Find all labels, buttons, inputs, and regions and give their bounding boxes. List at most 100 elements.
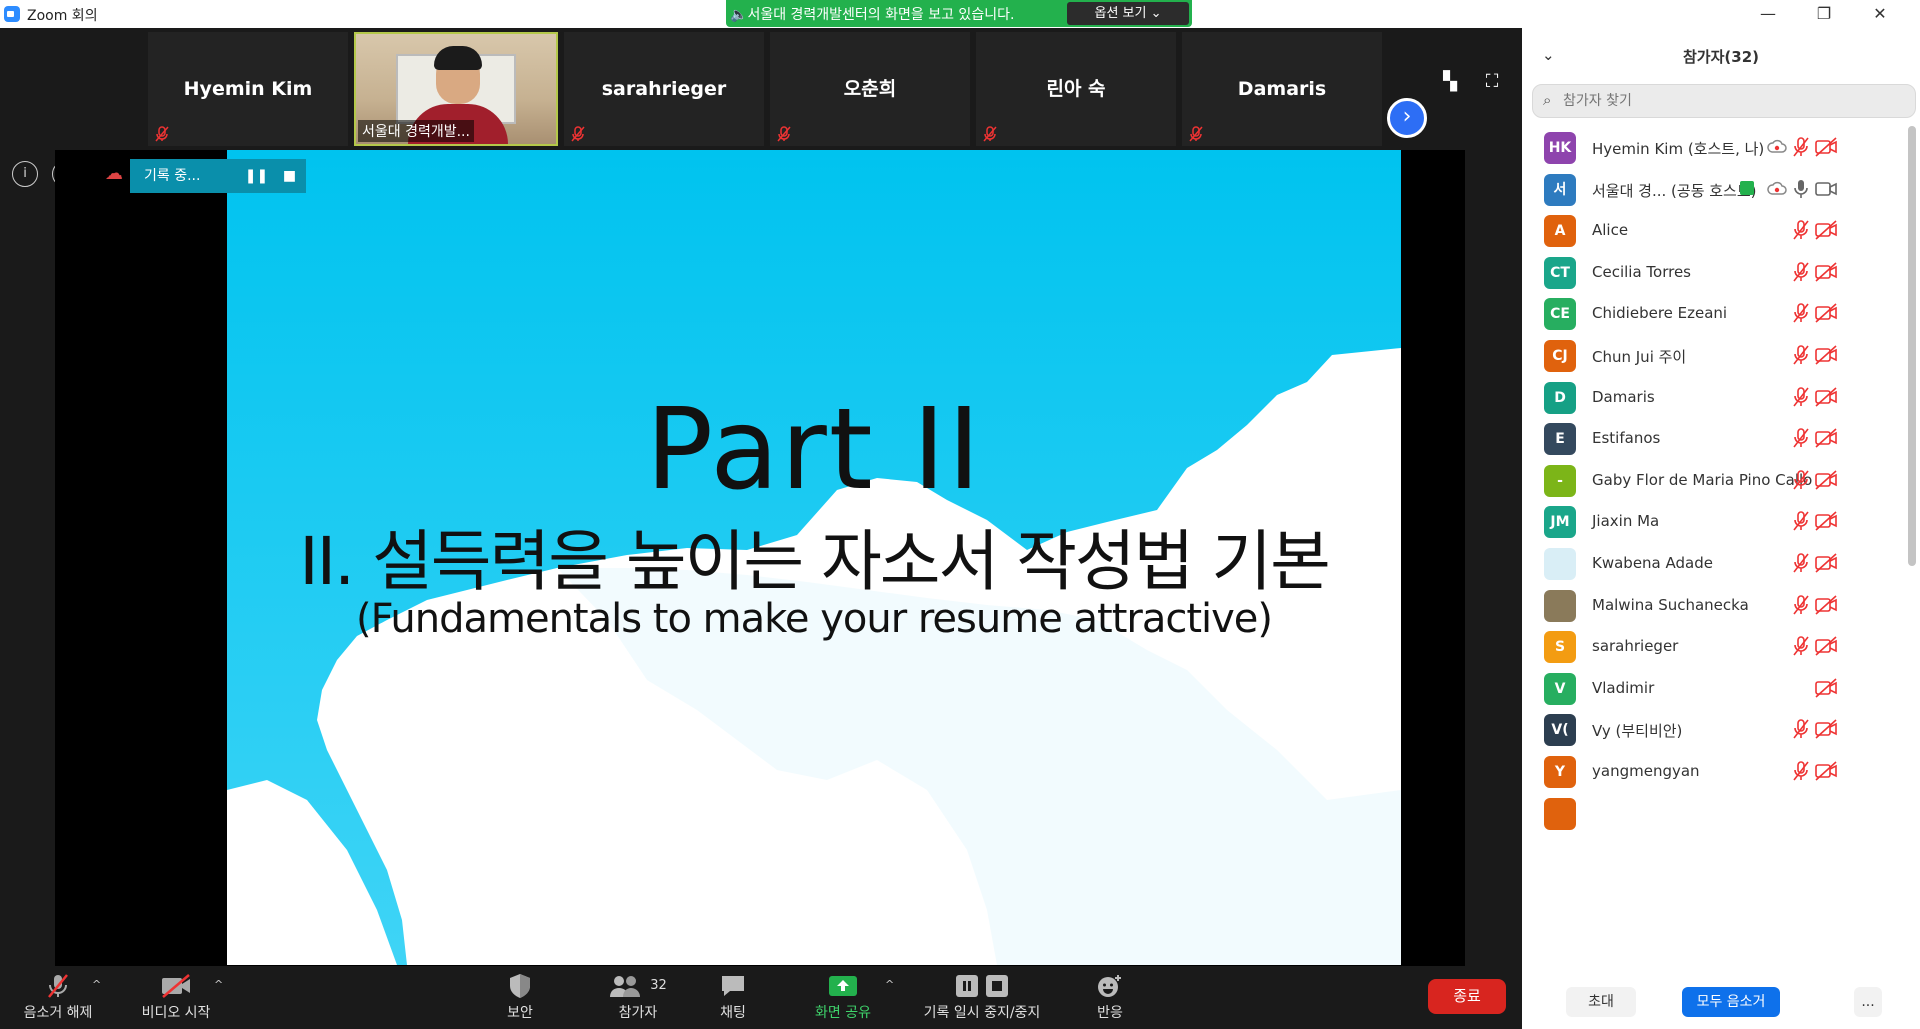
pause-stop-icon [912, 966, 1052, 1002]
video-off-icon[interactable] [1814, 261, 1837, 283]
pause-stop-recording-button[interactable]: 기록 일시 중지/중지 [912, 966, 1052, 1029]
share-screen-button[interactable]: 화면 공유 [806, 966, 880, 1029]
slide-subtitle: II. 설득력을 높이는 자소서 작성법 기본 [299, 523, 1331, 600]
participant-tile[interactable]: Damaris [1182, 32, 1382, 146]
cloud-recording-icon[interactable] [1766, 178, 1788, 200]
more-options-button[interactable]: ... [1854, 987, 1882, 1017]
video-off-icon[interactable] [1814, 344, 1837, 366]
video-off-icon[interactable] [1814, 510, 1837, 532]
participant-row[interactable] [1522, 788, 1906, 839]
emoji-icon [1086, 966, 1134, 1002]
participant-name: Chun Jui 주이 [1592, 348, 1687, 366]
screen-share-banner: 🔈서울대 경력개발센터의 화면을 보고 있습니다. 옵션 보기 ⌄ [726, 0, 1192, 27]
avatar [1544, 548, 1576, 580]
security-button[interactable]: 보안 [492, 966, 548, 1029]
pause-recording-button[interactable]: ❚❚ [240, 159, 273, 193]
unmute-button[interactable]: 음소거 해제 [14, 966, 102, 1029]
muted-mic-icon[interactable] [1790, 760, 1812, 782]
chat-button[interactable]: 채팅 [708, 966, 758, 1029]
slide-english-subtitle: (Fundamentals to make your resume attrac… [355, 596, 1273, 642]
meeting-area: Hyemin Kim 서울대 경력개발... sarahrieger 오춘희 린… [0, 28, 1522, 966]
avatar: D [1544, 381, 1576, 414]
muted-mic-icon[interactable] [1790, 552, 1812, 574]
video-off-icon[interactable] [1814, 386, 1837, 408]
muted-mic-icon[interactable] [1790, 219, 1812, 241]
participant-tile[interactable]: 린아 숙 [976, 32, 1176, 146]
video-off-icon[interactable] [1814, 136, 1837, 158]
muted-mic-icon[interactable] [1790, 344, 1812, 366]
sharing-screen-icon [1740, 180, 1754, 195]
start-video-button[interactable]: 비디오 시작 [128, 966, 224, 1029]
muted-mic-icon[interactable] [1790, 594, 1812, 616]
participant-name: Kwabena Adade [1592, 554, 1713, 572]
video-icon[interactable] [1814, 178, 1837, 200]
mute-all-button[interactable]: 모두 음소거 [1682, 987, 1780, 1017]
tile-name: Damaris [1237, 78, 1327, 100]
video-off-icon[interactable] [1814, 635, 1837, 657]
avatar: HK [1544, 132, 1576, 164]
participant-name: yangmengyan [1592, 762, 1700, 780]
avatar: V [1544, 672, 1576, 705]
muted-mic-icon[interactable] [1790, 386, 1812, 408]
video-tile-speaker[interactable]: 서울대 경력개발... [354, 32, 558, 146]
muted-mic-icon[interactable] [1790, 427, 1812, 449]
share-banner-message: 🔈서울대 경력개발센터의 화면을 보고 있습니다. [730, 7, 1015, 23]
mic-icon[interactable] [1790, 178, 1812, 200]
video-off-icon[interactable] [1814, 552, 1837, 574]
cloud-recording-icon: ☁ [105, 163, 123, 184]
video-off-icon[interactable] [1814, 594, 1837, 616]
video-off-icon[interactable] [1814, 427, 1837, 449]
restore-button[interactable]: ❐ [1796, 0, 1852, 28]
participant-list-scrollbar[interactable] [1908, 126, 1916, 566]
muted-mic-icon[interactable] [1790, 302, 1812, 324]
close-button[interactable]: ✕ [1852, 0, 1908, 28]
avatar [1544, 797, 1576, 830]
video-off-icon[interactable] [1814, 677, 1837, 699]
participant-tile[interactable]: Hyemin Kim [148, 32, 348, 146]
minimize-button[interactable]: — [1740, 0, 1796, 28]
video-off-icon[interactable] [1814, 302, 1837, 324]
video-off-icon[interactable] [1814, 219, 1837, 241]
video-options-caret[interactable]: ^ [214, 978, 223, 991]
participants-panel: ⌄ 참가자(32) ⌕ HK Hyemin Kim (호스트, 나) 서 서울대 경.… [1522, 28, 1920, 1029]
share-screen-icon [806, 966, 880, 1002]
cloud-recording-icon[interactable] [1766, 136, 1788, 158]
participant-search[interactable]: ⌕ [1532, 84, 1916, 118]
recording-label: 기록 중... [130, 159, 240, 193]
muted-mic-icon[interactable] [1790, 469, 1812, 491]
recording-indicator: ☁ 기록 중... ❚❚ ■ [100, 159, 306, 193]
share-options-caret[interactable]: ^ [885, 978, 894, 991]
reactions-button[interactable]: 반응 [1086, 966, 1134, 1029]
participants-button[interactable]: 32 참가자 [598, 966, 678, 1029]
avatar: S [1544, 631, 1576, 664]
participant-tile[interactable]: sarahrieger [564, 32, 764, 146]
muted-mic-icon[interactable] [1790, 510, 1812, 532]
video-off-icon[interactable] [1814, 718, 1837, 740]
view-options-button[interactable]: 옵션 보기 ⌄ [1067, 2, 1189, 25]
panel-title: 참가자(32) [1683, 48, 1759, 66]
avatar: CE [1544, 298, 1576, 331]
video-off-icon[interactable] [1814, 760, 1837, 782]
avatar: - [1544, 464, 1576, 497]
view-layout-icon[interactable]: ▚ [1439, 72, 1461, 92]
invite-button[interactable]: 초대 [1566, 987, 1636, 1017]
participant-name: Jiaxin Ma [1592, 512, 1660, 531]
end-meeting-button[interactable]: 종료 [1428, 979, 1506, 1014]
muted-mic-icon[interactable] [1790, 261, 1812, 283]
next-page-button[interactable]: › [1387, 98, 1427, 138]
muted-mic-icon[interactable] [1790, 635, 1812, 657]
participant-list: HK Hyemin Kim (호스트, 나) 서 서울대 경... (공동 호스트) A… [1522, 122, 1906, 992]
participant-tile[interactable]: 오춘희 [770, 32, 970, 146]
muted-mic-icon[interactable] [1790, 718, 1812, 740]
muted-mic-icon[interactable] [1790, 136, 1812, 158]
participant-name: Chidiebere Ezeani [1592, 304, 1728, 323]
info-icon[interactable]: i [12, 161, 38, 187]
search-input[interactable] [1563, 89, 1903, 113]
window-title: Zoom 회의 [27, 8, 98, 24]
participant-name: Damaris [1592, 387, 1655, 406]
audio-options-caret[interactable]: ^ [92, 978, 101, 991]
stop-recording-button[interactable]: ■ [273, 159, 306, 193]
fullscreen-icon[interactable]: ⛶ [1481, 72, 1503, 92]
tile-name: 린아 숙 [1046, 78, 1106, 100]
video-off-icon[interactable] [1814, 469, 1837, 491]
